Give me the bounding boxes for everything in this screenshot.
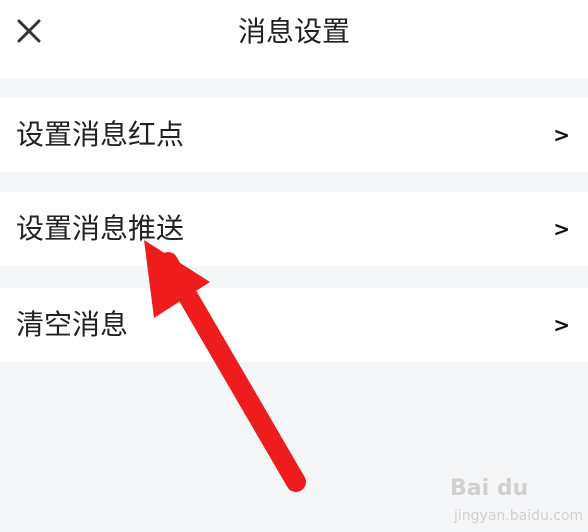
settings-item-red-dot[interactable]: 设置消息红点 > — [0, 98, 588, 172]
close-button[interactable] — [14, 16, 44, 46]
watermark-brand: Bai du — [450, 476, 529, 501]
page-title: 消息设置 — [237, 15, 350, 48]
annotation-arrow — [144, 240, 306, 492]
chevron-right-icon: > — [553, 313, 570, 337]
chevron-right-icon: > — [553, 217, 570, 241]
settings-item-label: 清空消息 — [16, 308, 129, 341]
chevron-right-icon: > — [553, 123, 570, 147]
settings-item-push[interactable]: 设置消息推送 > — [0, 192, 588, 266]
watermark: Bai du jingyan.baidu.com — [450, 474, 584, 530]
top-bar: 消息设置 — [0, 0, 588, 78]
settings-item-clear[interactable]: 清空消息 > — [0, 288, 588, 362]
watermark-url: jingyan.baidu.com — [454, 508, 584, 524]
settings-item-label: 设置消息推送 — [16, 212, 185, 245]
close-icon — [17, 19, 41, 43]
settings-item-label: 设置消息红点 — [16, 118, 185, 151]
